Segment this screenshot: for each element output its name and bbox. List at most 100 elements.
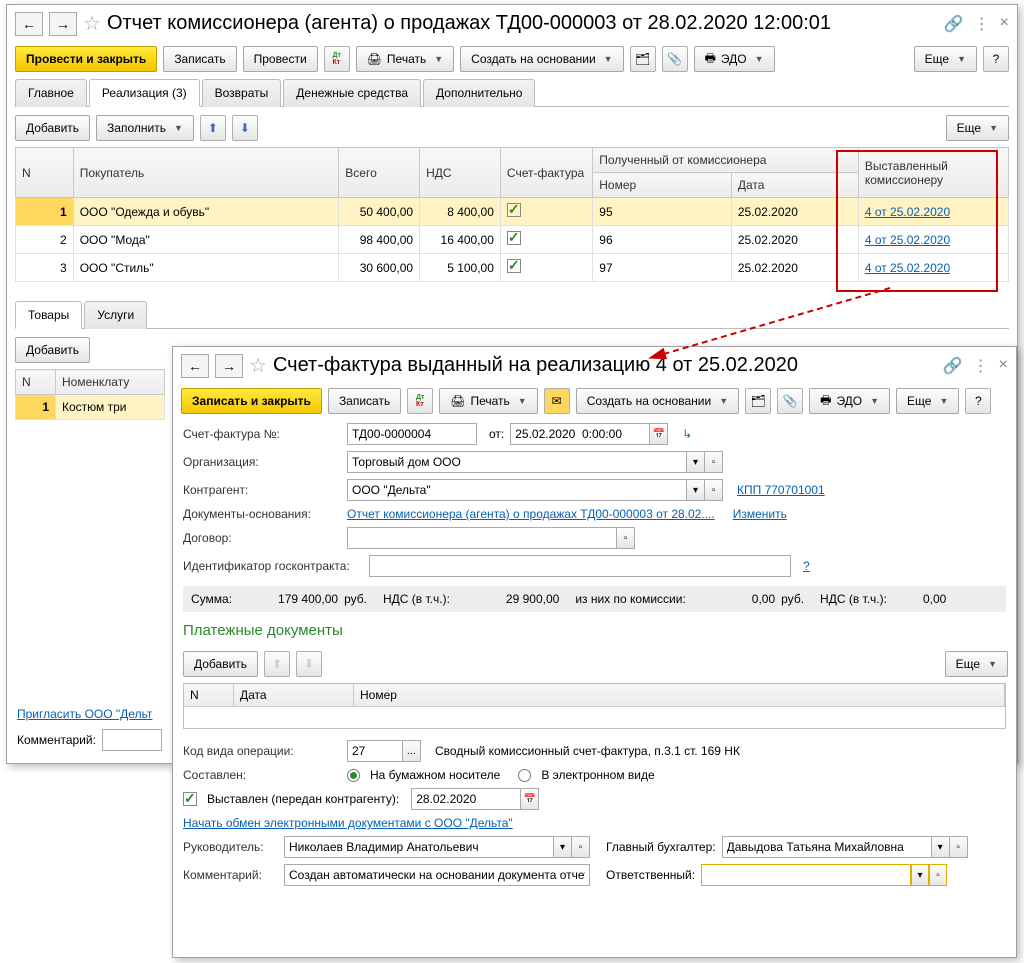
nav-fwd[interactable]: →: [215, 354, 243, 378]
acc-input[interactable]: [722, 836, 932, 858]
pay-add-button[interactable]: Добавить: [183, 651, 258, 677]
edo-button[interactable]: 🖶 ЭДО▼: [694, 46, 775, 72]
chevron-down-icon[interactable]: ▾: [687, 451, 705, 473]
issued-link[interactable]: 4 от 25.02.2020: [865, 261, 950, 275]
chevron-down-icon[interactable]: ▾: [554, 836, 572, 858]
radio-electronic[interactable]: [518, 769, 531, 782]
tab-services[interactable]: Услуги: [84, 301, 147, 329]
ctr-input[interactable]: [347, 479, 687, 501]
resp-input[interactable]: [701, 864, 911, 886]
down-icon[interactable]: ⬇: [296, 651, 322, 677]
table-row[interactable]: 1 ООО "Одежда и обувь" 50 400,00 8 400,0…: [16, 198, 1009, 226]
up-icon[interactable]: ⬆: [200, 115, 226, 141]
open-icon[interactable]: ▫: [705, 479, 723, 501]
date-input[interactable]: [510, 423, 650, 445]
save-button[interactable]: Записать: [163, 46, 236, 72]
table-row[interactable]: 3 ООО "Стиль" 30 600,00 5 100,00 97 25.0…: [16, 254, 1009, 282]
close-icon[interactable]: ×: [999, 356, 1008, 376]
close-icon[interactable]: ×: [1000, 14, 1009, 34]
checkbox-icon[interactable]: [507, 259, 521, 273]
sfno-input[interactable]: [347, 423, 477, 445]
checkbox-icon[interactable]: [507, 231, 521, 245]
add-button[interactable]: Добавить: [15, 115, 90, 141]
nav-back[interactable]: ←: [181, 354, 209, 378]
mail-icon[interactable]: ✉: [544, 388, 570, 414]
open-icon[interactable]: ▫: [572, 836, 590, 858]
link-icon[interactable]: 🔗: [943, 356, 963, 376]
contract-input[interactable]: [347, 527, 617, 549]
pay-grid[interactable]: N Дата Номер: [183, 683, 1006, 729]
dtkt-button[interactable]: ДтКт: [324, 46, 350, 72]
checkbox-icon[interactable]: [507, 203, 521, 217]
basis-link[interactable]: Отчет комиссионера (агента) о продажах Т…: [347, 507, 715, 521]
tab-main[interactable]: Главное: [15, 79, 87, 107]
relations-icon[interactable]: 🗂: [745, 388, 771, 414]
post-button[interactable]: Провести: [243, 46, 318, 72]
link-icon[interactable]: 🔗: [944, 14, 964, 34]
pay-more-button[interactable]: Еще▼: [945, 651, 1008, 677]
save-close-button[interactable]: Записать и закрыть: [181, 388, 322, 414]
invite-link[interactable]: Пригласить ООО "Дельт: [17, 707, 152, 721]
open-icon[interactable]: ▫: [705, 451, 723, 473]
print-button[interactable]: 🖨 Печать▼: [439, 388, 537, 414]
calendar-icon[interactable]: 📅: [650, 423, 668, 445]
table-row[interactable]: 1 Костюм три: [16, 395, 165, 420]
comment-input[interactable]: [284, 864, 590, 886]
dtkt-button[interactable]: ДтКт: [407, 388, 433, 414]
radio-paper[interactable]: [347, 769, 360, 782]
help-link[interactable]: ?: [803, 559, 810, 573]
tab-money[interactable]: Денежные средства: [283, 79, 421, 107]
print-button[interactable]: 🖨 Печать▼: [356, 46, 454, 72]
nom-grid[interactable]: N Номенклату 1 Костюм три: [15, 369, 165, 420]
tab-goods[interactable]: Товары: [15, 301, 82, 329]
tab-extra[interactable]: Дополнительно: [423, 79, 535, 107]
relations-icon[interactable]: 🗂: [630, 46, 656, 72]
create-based-button[interactable]: Создать на основании▼: [460, 46, 623, 72]
issued-link[interactable]: 4 от 25.02.2020: [865, 233, 950, 247]
kpp-link[interactable]: КПП 770701001: [737, 483, 825, 497]
comment-input[interactable]: [102, 729, 162, 751]
nav-back[interactable]: ←: [15, 12, 43, 36]
more-button[interactable]: Еще▼: [914, 46, 977, 72]
star-icon[interactable]: ☆: [249, 353, 267, 378]
nav-fwd[interactable]: →: [49, 12, 77, 36]
chevron-down-icon[interactable]: ▾: [932, 836, 950, 858]
buyers-grid[interactable]: N Покупатель Всего НДС Счет-фактура Полу…: [15, 147, 1009, 282]
calendar-icon[interactable]: 📅: [521, 788, 539, 810]
save-button[interactable]: Записать: [328, 388, 401, 414]
star-icon[interactable]: ☆: [83, 11, 101, 36]
ellipsis-icon[interactable]: …: [403, 740, 421, 762]
down-icon[interactable]: ⬇: [232, 115, 258, 141]
org-input[interactable]: [347, 451, 687, 473]
opcode-input[interactable]: [347, 740, 403, 762]
create-based-button[interactable]: Создать на основании▼: [576, 388, 739, 414]
chevron-down-icon[interactable]: ▾: [911, 864, 929, 886]
edo-start-link[interactable]: Начать обмен электронными документами с …: [183, 816, 513, 830]
issued-date-input[interactable]: [411, 788, 521, 810]
attach-icon[interactable]: 📎: [777, 388, 803, 414]
open-icon[interactable]: ▫: [929, 864, 947, 886]
open-icon[interactable]: ▫: [950, 836, 968, 858]
help-icon[interactable]: ?: [965, 388, 991, 414]
more-button[interactable]: Еще▼: [896, 388, 959, 414]
post-close-button[interactable]: Провести и закрыть: [15, 46, 157, 72]
attach-icon[interactable]: 📎: [662, 46, 688, 72]
issued-link[interactable]: 4 от 25.02.2020: [865, 205, 950, 219]
help-icon[interactable]: ?: [983, 46, 1009, 72]
tab-returns[interactable]: Возвраты: [202, 79, 282, 107]
govid-input[interactable]: [369, 555, 791, 577]
head-input[interactable]: [284, 836, 554, 858]
fill-button[interactable]: Заполнить▼: [96, 115, 194, 141]
issued-checkbox[interactable]: [183, 792, 197, 806]
menu-icon[interactable]: ⋮: [973, 356, 989, 376]
nom-add-button[interactable]: Добавить: [15, 337, 90, 363]
menu-icon[interactable]: ⋮: [974, 14, 990, 34]
edo-button[interactable]: 🖶 ЭДО▼: [809, 388, 890, 414]
up-icon[interactable]: ⬆: [264, 651, 290, 677]
chevron-down-icon[interactable]: ▾: [687, 479, 705, 501]
table-row[interactable]: 2 ООО "Мода" 98 400,00 16 400,00 96 25.0…: [16, 226, 1009, 254]
tab-real[interactable]: Реализация (3): [89, 79, 200, 107]
open-icon[interactable]: ▫: [617, 527, 635, 549]
grid-more-button[interactable]: Еще▼: [946, 115, 1009, 141]
basis-change[interactable]: Изменить: [733, 507, 787, 521]
